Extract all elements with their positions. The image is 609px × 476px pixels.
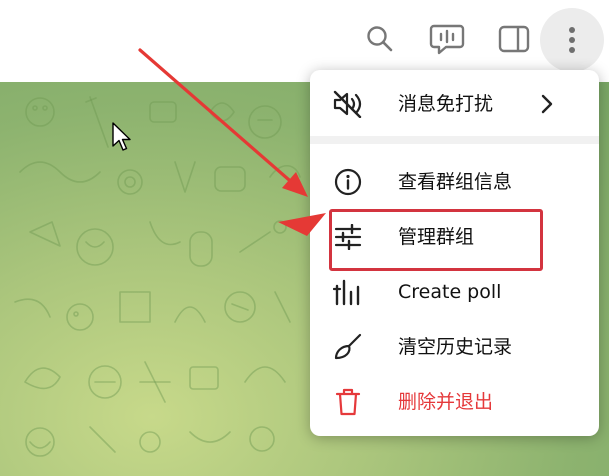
menu-item-label: 删除并退出 [398,391,494,413]
chevron-right-icon [541,94,553,114]
search-icon [367,26,393,52]
search-button[interactable] [360,19,400,59]
menu-item-clear-history[interactable]: 清空历史记录 [310,321,599,373]
menu-item-label: 查看群组信息 [398,171,513,193]
menu-item-label: 清空历史记录 [398,336,513,358]
voice-chat-button[interactable] [427,19,467,59]
more-vertical-icon [569,27,575,53]
menu-item-mute[interactable]: 消息免打扰 [310,78,599,130]
highlight-box [329,209,543,271]
broom-icon [332,333,364,361]
menu-item-view-group-info[interactable]: 查看群组信息 [310,156,599,208]
mouse-cursor-icon [112,122,131,151]
sidebar-toggle-button[interactable] [494,19,534,59]
mute-icon [332,90,364,118]
info-icon [332,168,364,196]
menu-item-label: Create poll [398,281,502,303]
menu-item-create-poll[interactable]: Create poll [310,266,599,318]
menu-item-label: 消息免打扰 [398,93,494,115]
menu-separator [310,136,599,144]
more-button[interactable] [540,8,604,72]
voice-chat-icon [429,24,465,55]
trash-icon [332,388,364,416]
poll-icon [332,278,364,306]
menu-item-delete-and-leave[interactable]: 删除并退出 [310,376,599,428]
sidebar-toggle-icon [498,25,530,53]
